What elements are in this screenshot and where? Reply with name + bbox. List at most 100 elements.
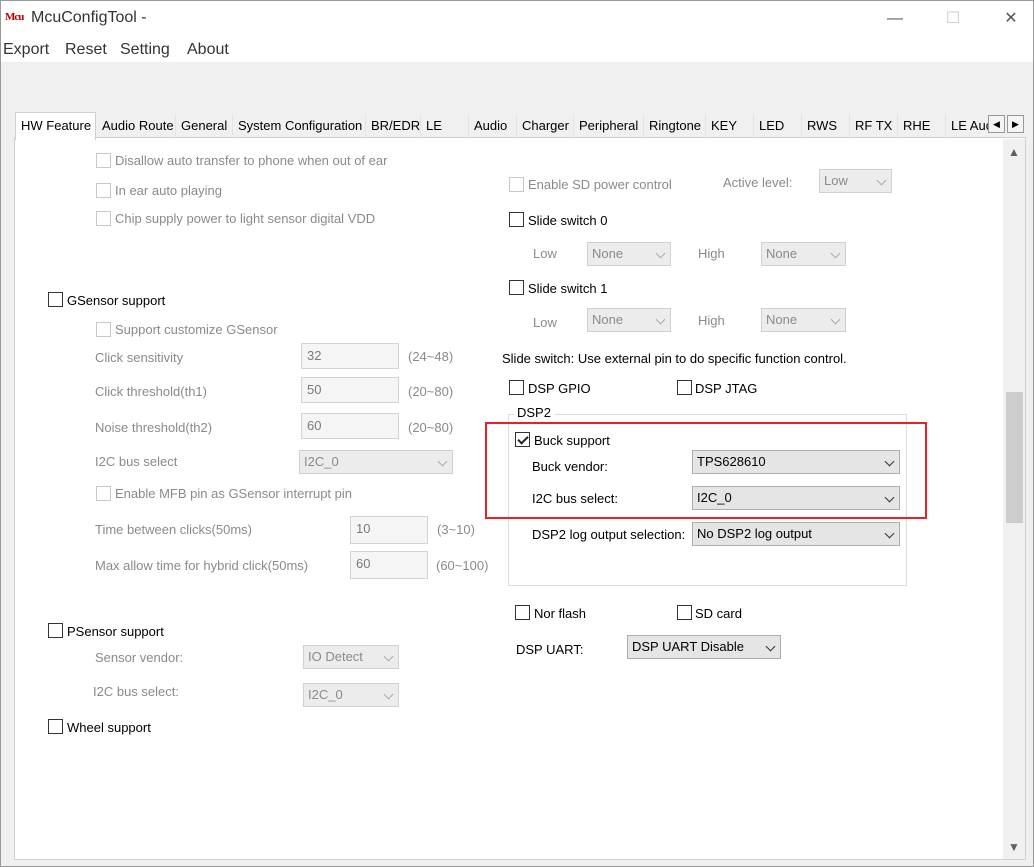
tab-key[interactable]: KEY — [706, 114, 754, 138]
tab-br-edr[interactable]: BR/EDR — [366, 114, 421, 138]
max-allow-time-field[interactable]: 60 — [350, 551, 428, 579]
menu-export[interactable]: Export — [3, 41, 49, 59]
dsp-gpio-checkbox[interactable] — [509, 380, 524, 395]
tab-rws[interactable]: RWS — [802, 114, 850, 138]
maximize-button[interactable]: ☐ — [938, 8, 968, 30]
time-between-clicks-label: Time between clicks(50ms) — [95, 522, 253, 537]
psensor-i2c-label: I2C bus select: — [93, 684, 179, 699]
chevron-down-icon — [830, 248, 841, 259]
tab-ringtone[interactable]: Ringtone — [644, 114, 706, 138]
active-level-value: Low — [824, 173, 848, 188]
active-level-dropdown[interactable]: Low — [819, 169, 892, 193]
tab-hw-feature[interactable]: HW Feature — [15, 112, 96, 140]
slide-switch-1-label: Slide switch 1 — [528, 281, 608, 296]
wheel-support-label: Wheel support — [67, 720, 151, 735]
psensor-support-label: PSensor support — [67, 624, 164, 639]
disallow-auto-transfer-checkbox[interactable] — [96, 153, 111, 168]
tab-le[interactable]: LE — [421, 114, 469, 138]
dsp-uart-dropdown[interactable]: DSP UART Disable — [627, 635, 781, 659]
menu-setting[interactable]: Setting — [120, 41, 170, 59]
sd-card-checkbox[interactable] — [677, 605, 692, 620]
ss0-high-dropdown[interactable]: None — [761, 242, 846, 266]
chevron-down-icon — [655, 314, 666, 325]
i2c-bus-select-dropdown[interactable]: I2C_0 — [299, 450, 453, 474]
noise-threshold-label: Noise threshold(th2) — [95, 420, 213, 435]
tab-scroll-right-icon[interactable]: ▶ — [1007, 115, 1024, 133]
tab-rf-tx[interactable]: RF TX — [850, 114, 898, 138]
support-customize-gsensor-checkbox[interactable] — [96, 322, 111, 337]
nor-flash-checkbox[interactable] — [515, 605, 530, 620]
minimize-button[interactable]: — — [880, 8, 910, 30]
nor-flash-label: Nor flash — [534, 606, 587, 621]
gsensor-support-checkbox[interactable] — [48, 292, 63, 307]
slide-switch-note: Slide switch: Use external pin to do spe… — [502, 351, 847, 366]
tab-audio-route[interactable]: Audio Route — [97, 114, 176, 138]
dsp-jtag-checkbox[interactable] — [677, 380, 692, 395]
app-logo-icon: Mcu — [5, 11, 24, 23]
menu-reset[interactable]: Reset — [65, 41, 107, 59]
time-between-clicks-range: (3~10) — [437, 522, 475, 537]
sd-card-label: SD card — [695, 606, 742, 621]
dsp-uart-label: DSP UART: — [516, 642, 584, 657]
active-level-label: Active level: — [723, 175, 793, 190]
click-sensitivity-field[interactable]: 32 — [301, 343, 399, 369]
slide-switch-0-checkbox[interactable] — [509, 212, 524, 227]
tab-charger[interactable]: Charger — [517, 114, 574, 138]
sensor-vendor-dropdown[interactable]: IO Detect — [303, 645, 399, 669]
in-ear-auto-playing-checkbox[interactable] — [96, 183, 111, 198]
dsp2-log-dropdown[interactable]: No DSP2 log output — [692, 522, 900, 546]
enable-sd-power-label: Enable SD power control — [528, 177, 672, 192]
dsp2-log-label: DSP2 log output selection: — [532, 527, 686, 542]
ss0-low-value: None — [592, 246, 624, 261]
tab-rhe[interactable]: RHE — [898, 114, 946, 138]
tab-peripheral[interactable]: Peripheral — [574, 114, 644, 138]
enable-sd-power-checkbox[interactable] — [509, 177, 524, 192]
click-threshold-field[interactable]: 50 — [301, 377, 399, 403]
ss0-high-value: None — [766, 246, 798, 261]
close-button[interactable]: ✕ — [996, 8, 1026, 30]
scroll-down-icon[interactable]: ▼ — [1003, 840, 1025, 858]
tab-system-configuration[interactable]: System Configuration — [233, 114, 366, 138]
time-between-clicks-field[interactable]: 10 — [350, 516, 428, 544]
ss1-low-label: Low — [533, 315, 557, 330]
i2c-bus-select-value: I2C_0 — [304, 454, 339, 469]
max-allow-time-label: Max allow time for hybrid click(50ms) — [95, 558, 309, 573]
slide-switch-0-label: Slide switch 0 — [528, 213, 608, 228]
ss0-low-dropdown[interactable]: None — [587, 242, 671, 266]
tab-scroll-left-icon[interactable]: ◀ — [988, 115, 1005, 133]
psensor-i2c-value: I2C_0 — [308, 687, 343, 702]
disallow-auto-transfer-label: Disallow auto transfer to phone when out… — [115, 153, 388, 168]
i2c-bus-select-label: I2C bus select — [95, 454, 178, 469]
chevron-down-icon — [437, 456, 448, 467]
dsp-gpio-label: DSP GPIO — [528, 381, 591, 396]
chip-supply-power-label: Chip supply power to light sensor digita… — [115, 211, 376, 226]
gsensor-support-label: GSensor support — [67, 293, 166, 308]
click-sensitivity-range: (24~48) — [408, 349, 454, 364]
enable-mfb-checkbox[interactable] — [96, 486, 111, 501]
slide-switch-1-checkbox[interactable] — [509, 280, 524, 295]
ss1-high-dropdown[interactable]: None — [761, 308, 846, 332]
ss0-high-label: High — [698, 246, 725, 261]
dsp2-log-value: No DSP2 log output — [697, 526, 812, 541]
psensor-i2c-dropdown[interactable]: I2C_0 — [303, 683, 399, 707]
ss0-low-label: Low — [533, 246, 557, 261]
chevron-down-icon — [383, 651, 394, 662]
ss1-high-label: High — [698, 313, 725, 328]
tab-audio[interactable]: Audio — [469, 114, 517, 138]
tab-general[interactable]: General — [176, 114, 233, 138]
chip-supply-power-checkbox[interactable] — [96, 211, 111, 226]
ss1-low-dropdown[interactable]: None — [587, 308, 671, 332]
dsp-jtag-label: DSP JTAG — [695, 381, 758, 396]
tab-led[interactable]: LED — [754, 114, 802, 138]
chevron-down-icon — [765, 641, 776, 652]
scrollbar-thumb[interactable] — [1006, 392, 1023, 523]
wheel-support-checkbox[interactable] — [48, 719, 63, 734]
tab-le-audio[interactable]: LE Auc — [946, 114, 988, 138]
psensor-support-checkbox[interactable] — [48, 623, 63, 638]
scroll-up-icon[interactable]: ▲ — [1003, 145, 1025, 163]
chevron-down-icon — [655, 248, 666, 259]
noise-threshold-field[interactable]: 60 — [301, 413, 399, 439]
menu-about[interactable]: About — [187, 41, 229, 59]
click-threshold-label: Click threshold(th1) — [95, 384, 207, 399]
dsp2-group-title: DSP2 — [514, 405, 554, 420]
